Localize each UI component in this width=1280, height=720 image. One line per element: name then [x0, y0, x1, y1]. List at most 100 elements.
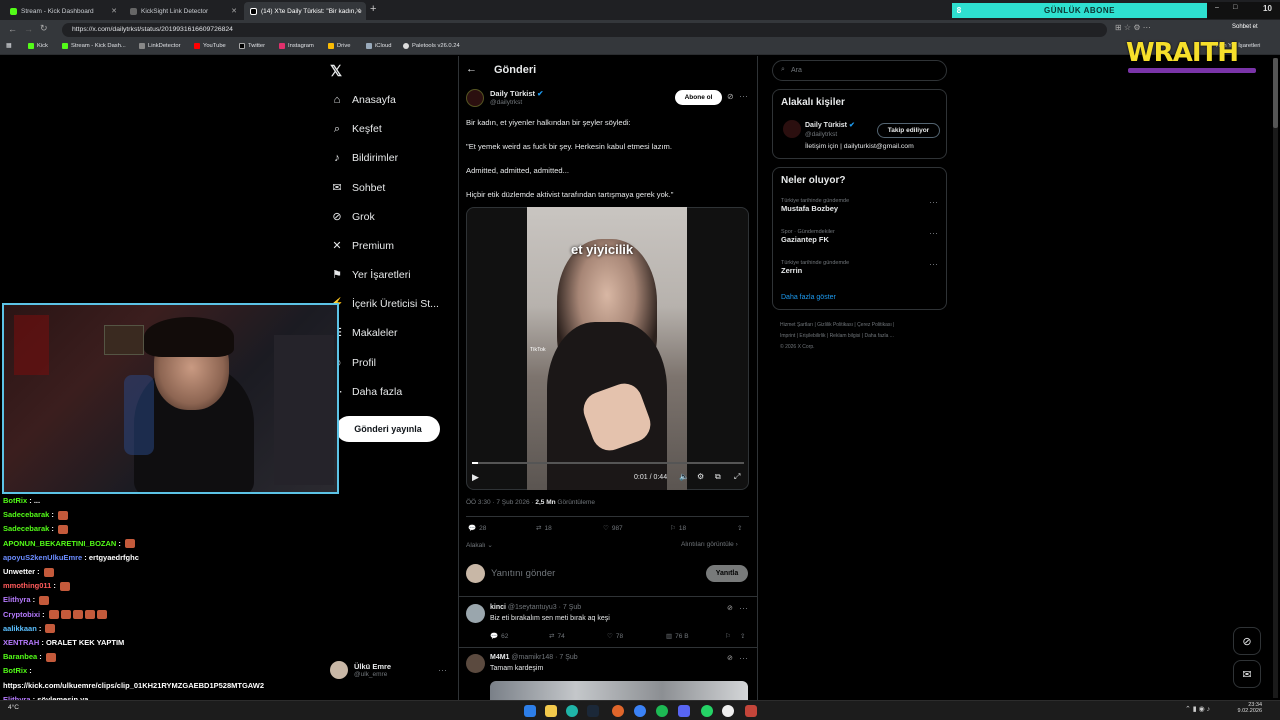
- trend-item[interactable]: Türkiye tarihinde gündemde Zerrin: [781, 260, 849, 275]
- chat-username[interactable]: Elithyra: [3, 595, 31, 604]
- close-tab-icon[interactable]: ✕: [355, 7, 361, 15]
- discord-icon[interactable]: [678, 705, 690, 717]
- messages-float-icon[interactable]: ✉: [1233, 660, 1261, 688]
- chat-username[interactable]: Cryptobixi: [3, 610, 40, 619]
- reply-author[interactable]: kinci @1seytantuyu3 · 7 Şub: [490, 604, 581, 611]
- avatar[interactable]: [783, 120, 801, 138]
- close-tab-icon[interactable]: ✕: [111, 7, 117, 15]
- views-action[interactable]: ▥ 76 B: [666, 632, 689, 641]
- reply-media[interactable]: [490, 681, 748, 700]
- repost-action[interactable]: ⇄ 18: [536, 524, 552, 533]
- x-logo-icon[interactable]: 𝕏: [330, 62, 342, 80]
- related-name[interactable]: Daily Türkist ✔: [805, 121, 855, 129]
- profile-chat-label[interactable]: Sohbet et: [1232, 24, 1258, 30]
- fullscreen-icon[interactable]: ⤢: [734, 472, 740, 482]
- sidebar-item-anasayfa[interactable]: ⌂ Anasayfa: [330, 93, 396, 107]
- author-handle[interactable]: @dailytrkst: [490, 99, 522, 106]
- account-more-icon[interactable]: ⋯: [438, 665, 448, 676]
- bookmark-icloud[interactable]: iCloud: [366, 43, 391, 49]
- extensions-icon[interactable]: ⊞ ☆ ⚙ ⋯: [1115, 23, 1151, 32]
- sidebar-item-yer-i-aretleri[interactable]: ⚑ Yer İşaretleri: [330, 268, 411, 282]
- url-input[interactable]: https://x.com/dailytrkst/status/20199316…: [62, 23, 1107, 37]
- bookmark-youtube[interactable]: YouTube: [194, 43, 226, 49]
- steam-icon[interactable]: [587, 705, 599, 717]
- back-arrow-icon[interactable]: ←: [466, 63, 477, 75]
- pip-icon[interactable]: ⧉: [715, 472, 721, 482]
- show-more-link[interactable]: Daha fazla göster: [781, 294, 836, 301]
- trend-more-icon[interactable]: ⋯: [929, 197, 939, 208]
- grok-icon[interactable]: ⊘: [727, 92, 734, 101]
- post-button[interactable]: Gönderi yayınla: [336, 416, 440, 442]
- whatsapp-icon[interactable]: [701, 705, 713, 717]
- forward-icon[interactable]: →: [24, 24, 33, 34]
- author-avatar[interactable]: [466, 89, 484, 107]
- chat-username[interactable]: Unwetter: [3, 567, 35, 576]
- sidebar-item-makaleler[interactable]: ☰Makaleler: [330, 326, 397, 340]
- video-progress-track[interactable]: [472, 462, 744, 464]
- page-scrollbar[interactable]: [1273, 58, 1278, 698]
- tab-kick-dashboard[interactable]: Stream - Kick Dashboard ✕: [4, 2, 122, 20]
- trend-more-icon[interactable]: ⋯: [929, 259, 939, 270]
- following-button[interactable]: Takip ediliyor: [877, 123, 940, 138]
- sidebar-item-grok[interactable]: ⊘ Grok: [330, 210, 374, 224]
- apps-icon[interactable]: ▦: [6, 43, 11, 49]
- grok-icon[interactable]: ⊘: [727, 604, 733, 612]
- footer-link[interactable]: Gizlilik Politikası: [817, 322, 853, 328]
- bookmark-instagram[interactable]: Instagram: [279, 43, 314, 49]
- reload-icon[interactable]: ↻: [40, 23, 48, 34]
- bookmark-twitter[interactable]: Twitter: [239, 43, 265, 49]
- obs-icon[interactable]: [722, 705, 734, 717]
- chat-username[interactable]: Baranbea: [3, 652, 37, 661]
- play-icon[interactable]: ▶: [472, 472, 479, 483]
- file-explorer-icon[interactable]: [545, 705, 557, 717]
- weather[interactable]: 4°C: [8, 704, 19, 711]
- sidebar-item-sohbet[interactable]: ✉ Sohbet: [330, 181, 385, 195]
- footer-link[interactable]: Erişilebilirlik: [799, 333, 825, 339]
- tray-icons[interactable]: ⌃ ▮ ◉ ♪: [1185, 705, 1210, 713]
- windows-start-icon[interactable]: [524, 705, 536, 717]
- trend-more-icon[interactable]: ⋯: [929, 228, 939, 239]
- view-quotes-link[interactable]: Alıntıları görüntüle ›: [681, 541, 738, 548]
- reply-action[interactable]: 💬 62: [490, 632, 508, 641]
- app-icon[interactable]: [745, 705, 757, 717]
- sort-relevance[interactable]: Alakalı ⌄: [466, 541, 493, 549]
- settings-icon[interactable]: ⚙: [697, 472, 704, 481]
- back-icon[interactable]: ←: [8, 24, 17, 34]
- search-input[interactable]: ⌕ Ara: [772, 60, 947, 81]
- chat-username[interactable]: mmothing011: [3, 581, 51, 590]
- spotify-icon[interactable]: [656, 705, 668, 717]
- chat-username[interactable]: aalikkaan: [3, 624, 37, 633]
- avatar[interactable]: [466, 654, 485, 673]
- like-action[interactable]: ♡ 987: [603, 524, 623, 533]
- bookmark-linkdetector[interactable]: LinkDetector: [139, 43, 181, 49]
- maximize-icon[interactable]: □: [1233, 4, 1237, 11]
- reply-input[interactable]: Yanıtını gönder: [491, 568, 555, 579]
- footer-link[interactable]: Çerez Politikası: [857, 322, 892, 328]
- clock[interactable]: 23:34 9.02.2026: [1232, 702, 1262, 714]
- chat-username[interactable]: XENTRAH: [3, 638, 39, 647]
- grok-icon[interactable]: ⊘: [727, 654, 733, 662]
- share-icon[interactable]: ⇪: [737, 524, 742, 532]
- close-tab-icon[interactable]: ✕: [231, 7, 237, 15]
- footer-link[interactable]: Reklam bilgisi: [830, 333, 861, 339]
- bookmark-stream[interactable]: Stream - Kick Dash...: [62, 43, 126, 49]
- sidebar-item-bildirimler[interactable]: ♪ Bildirimler: [330, 151, 398, 165]
- scrollbar-thumb[interactable]: [1273, 58, 1278, 128]
- tab-x-post[interactable]: (14) X'te Daily Türkist: "Bir kadın, e ✕: [244, 2, 366, 20]
- reply-button[interactable]: Yanıtla: [706, 565, 748, 582]
- chrome-icon[interactable]: [634, 705, 646, 717]
- bookmark-kick[interactable]: Kick: [28, 43, 48, 49]
- sidebar-item-i-erik-reticisi-st[interactable]: ⚡İçerik Üreticisi St...: [330, 297, 439, 311]
- tab-kicksight[interactable]: KickSight Link Detector ✕: [124, 2, 242, 20]
- share-icon[interactable]: ⇪: [740, 632, 745, 640]
- sidebar-item-daha-fazla[interactable]: ⋯Daha fazla: [330, 385, 403, 399]
- like-action[interactable]: ♡ 78: [607, 632, 623, 641]
- reply-more-icon[interactable]: ⋯: [739, 603, 749, 614]
- footer-link[interactable]: Daha fazla ...: [864, 333, 893, 339]
- trend-item[interactable]: Spor · Gündemdekiler Gaziantep FK: [781, 229, 835, 244]
- sidebar-item-premium[interactable]: ✕ Premium: [330, 239, 394, 253]
- chat-username[interactable]: APONUN_BEKARETINI_BOZAN: [3, 539, 116, 548]
- reply-more-icon[interactable]: ⋯: [739, 653, 749, 664]
- video-frame[interactable]: et yiyicilik TikTok: [527, 207, 687, 490]
- minimize-icon[interactable]: –: [1215, 4, 1219, 11]
